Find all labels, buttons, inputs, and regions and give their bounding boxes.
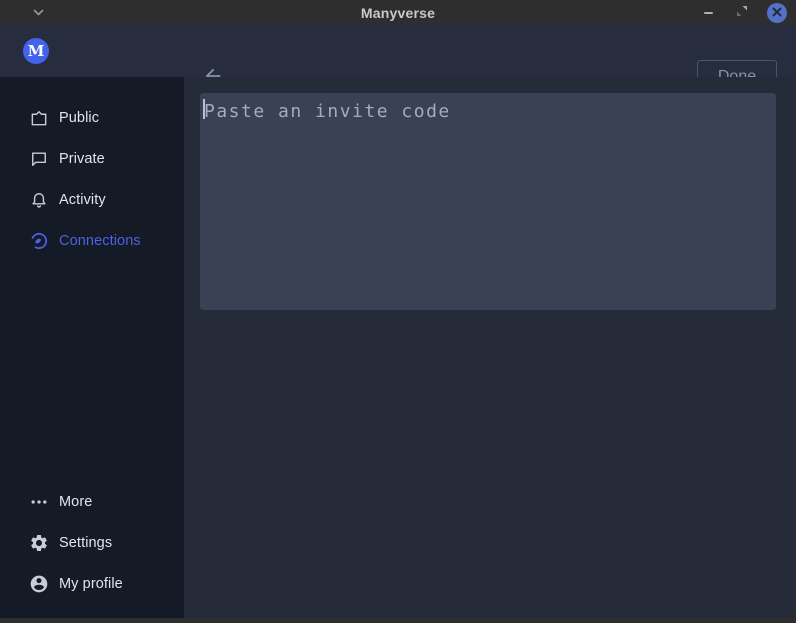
sidebar-item-label: Activity: [59, 192, 106, 208]
window-menu-button[interactable]: [30, 5, 46, 21]
sidebar-item-settings[interactable]: Settings: [0, 522, 184, 563]
window-title: Manyverse: [0, 5, 796, 21]
sidebar-item-connections[interactable]: Connections: [0, 220, 184, 261]
sidebar-item-label: Public: [59, 110, 99, 126]
sidebar-item-my-profile[interactable]: My profile: [0, 563, 184, 604]
sidebar: Public Private Activity: [0, 77, 184, 618]
restore-button[interactable]: [733, 4, 751, 22]
dots-icon: [28, 491, 50, 513]
sidebar-item-label: Settings: [59, 535, 112, 551]
minimize-icon: [704, 12, 713, 14]
window-bottom-border: [0, 618, 796, 623]
sidebar-item-label: My profile: [59, 576, 123, 592]
titlebar: Manyverse: [0, 0, 796, 25]
chevron-down-icon: [33, 4, 44, 22]
sidebar-item-label: Connections: [59, 233, 141, 249]
sidebar-top-group: Public Private Activity: [0, 97, 184, 261]
manyverse-logo: M: [23, 38, 49, 64]
invite-code-input[interactable]: [200, 93, 776, 310]
sidebar-item-label: Private: [59, 151, 105, 167]
account-icon: [28, 573, 50, 595]
close-button[interactable]: [767, 3, 787, 23]
sidebar-item-activity[interactable]: Activity: [0, 179, 184, 220]
sidebar-bottom-group: More Settings My profile: [0, 481, 184, 604]
sidebar-item-private[interactable]: Private: [0, 138, 184, 179]
gear-icon: [28, 532, 50, 554]
sidebar-item-more[interactable]: More: [0, 481, 184, 522]
connections-icon: [28, 230, 50, 252]
sidebar-item-public[interactable]: Public: [0, 97, 184, 138]
message-icon: [28, 148, 50, 170]
close-icon: [772, 4, 782, 22]
bulletin-board-icon: [28, 107, 50, 129]
sidebar-item-label: More: [59, 494, 92, 510]
bell-icon: [28, 189, 50, 211]
main-content: [184, 77, 796, 618]
window-controls: [699, 0, 787, 25]
restore-icon: [736, 4, 748, 22]
minimize-button[interactable]: [699, 4, 717, 22]
app-header: M Done: [0, 25, 796, 77]
